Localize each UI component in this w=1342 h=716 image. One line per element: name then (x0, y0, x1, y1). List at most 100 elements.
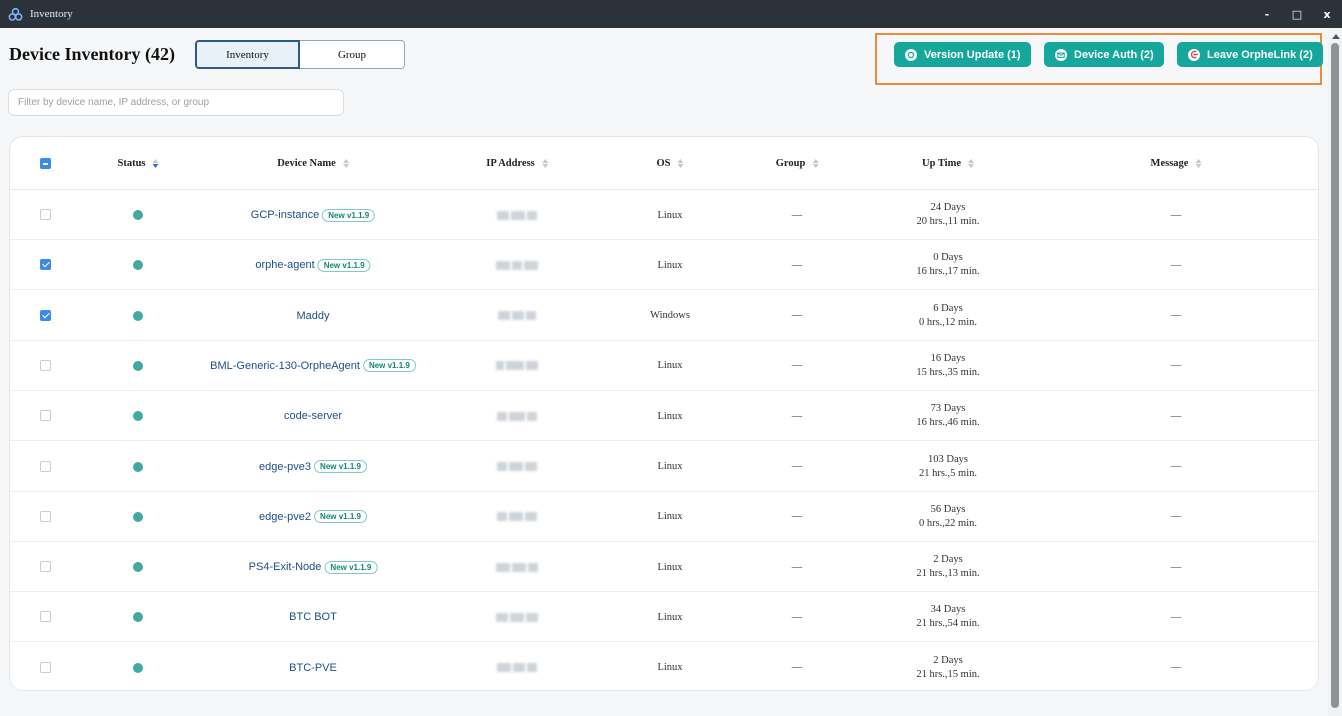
row-checkbox[interactable] (40, 460, 51, 472)
row-checkbox[interactable] (40, 611, 51, 623)
tab-group[interactable]: Group (300, 40, 405, 69)
leave-orphelink-button[interactable]: Leave OrpheLink (2) (1177, 42, 1323, 67)
uptime-days: 56 Days (930, 503, 966, 515)
table-row[interactable]: BML-Generic-130-OrpheAgent New v1.1.9 Linu… (10, 341, 1318, 391)
sort-icon[interactable] (677, 159, 684, 168)
uptime-days: 2 Days (933, 654, 963, 666)
device-name-link[interactable]: BML-Generic-130-OrpheAgent (210, 360, 360, 372)
row-checkbox[interactable] (40, 410, 51, 422)
uptime-time: 16 hrs.,46 min. (916, 417, 980, 429)
filter-input[interactable]: Filter by device name, IP address, or gr… (8, 89, 344, 116)
message-cell: — (1170, 410, 1182, 422)
sort-icon[interactable] (342, 159, 349, 168)
os-cell: Linux (657, 662, 683, 674)
group-cell: — (791, 662, 803, 674)
minimize-button[interactable]: - (1252, 0, 1282, 28)
ip-address-redacted (497, 663, 537, 673)
ip-address-redacted (496, 361, 538, 371)
row-checkbox[interactable] (40, 661, 51, 673)
group-cell: — (791, 461, 803, 472)
row-checkbox[interactable] (40, 259, 51, 271)
select-all-checkbox[interactable] (40, 158, 51, 169)
version-badge: New v1.1.9 (322, 208, 376, 222)
column-os-label: OS (656, 158, 671, 169)
column-ip-address[interactable]: IP Address (486, 137, 548, 190)
column-os[interactable]: OS (656, 137, 684, 190)
table-row[interactable]: orphe-agent New v1.1.9 Linux — 0 Days 16 hrs.… (10, 240, 1318, 291)
device-auth-button[interactable]: Device Auth (2) (1044, 42, 1164, 67)
group-cell: — (791, 410, 803, 422)
device-name-link[interactable]: PS4-Exit-Node (249, 561, 322, 573)
uptime-days: 16 Days (930, 352, 966, 364)
ip-address-redacted (496, 260, 538, 270)
device-name-cell: Maddy (296, 291, 329, 341)
group-cell: — (791, 561, 803, 573)
status-online-dot (133, 360, 143, 371)
device-name-link[interactable]: GCP-instance (251, 209, 319, 221)
column-message-label: Message (1150, 158, 1189, 169)
table-row[interactable]: GCP-instance New v1.1.9 Linux — 24 Days 20 hr… (10, 190, 1318, 240)
status-online-dot (133, 562, 143, 573)
uptime-time: 0 hrs.,22 min. (918, 517, 978, 529)
table-row[interactable]: Maddy Windows — 6 Days 0 hrs.,12 min. — (10, 291, 1318, 341)
table-row[interactable]: code-server Linux — 73 Days 16 hrs.,46 min. — (10, 391, 1318, 442)
table-header: Status Device Name IP Address OS Group U… (10, 137, 1318, 190)
device-name-link[interactable]: edge-pve2 (259, 511, 311, 523)
device-name-link[interactable]: edge-pve3 (259, 461, 311, 473)
uptime-cell: 0 Days 16 hrs.,17 min. (916, 240, 979, 290)
row-checkbox[interactable] (40, 359, 51, 371)
maximize-button[interactable]: □ (1282, 0, 1312, 28)
column-device-name[interactable]: Device Name (277, 137, 349, 190)
table-row[interactable]: BTC-PVE Linux — 2 Days 21 hrs.,15 min. — (10, 643, 1318, 690)
os-cell: Linux (657, 461, 683, 472)
ip-address-redacted (497, 462, 537, 471)
app-logo-icon (7, 6, 23, 22)
column-message[interactable]: Message (1151, 137, 1202, 190)
ip-address-cell (497, 492, 537, 542)
ip-address-cell (496, 240, 538, 290)
os-cell: Linux (657, 360, 683, 372)
ip-address-cell (496, 542, 538, 592)
row-checkbox[interactable] (40, 209, 51, 220)
row-checkbox[interactable] (40, 309, 51, 321)
device-name-link[interactable]: orphe-agent (255, 259, 314, 271)
leave-orphelink-label: Leave OrpheLink (2) (1207, 48, 1313, 61)
status-cell (133, 190, 143, 240)
uptime-time: 21 hrs.,5 min. (918, 467, 978, 479)
sort-icon[interactable] (812, 159, 819, 168)
table-row[interactable]: BTC BOT Linux — 34 Days 21 hrs.,54 min. — (10, 592, 1318, 643)
uptime-time: 16 hrs.,17 min. (916, 266, 980, 278)
uptime-cell: 73 Days 16 hrs.,46 min. (916, 391, 979, 441)
sort-icon[interactable] (152, 159, 159, 168)
device-name-link[interactable]: BTC BOT (289, 611, 337, 623)
device-name-link[interactable]: Maddy (296, 310, 329, 322)
row-checkbox[interactable] (40, 561, 51, 573)
column-status[interactable]: Status (117, 137, 159, 190)
device-name-cell: orphe-agent New v1.1.9 (255, 240, 371, 290)
ip-address-cell (497, 643, 537, 690)
table-row[interactable]: edge-pve2 New v1.1.9 Linux — 56 Days 0 hrs.,2… (10, 492, 1318, 542)
sort-icon[interactable] (968, 159, 974, 168)
status-cell (133, 442, 143, 492)
tab-inventory[interactable]: Inventory (195, 40, 300, 69)
table-row[interactable]: edge-pve3 New v1.1.9 Linux — 103 Days 21 hrs.… (10, 442, 1318, 492)
table-row[interactable]: PS4-Exit-Node New v1.1.9 Linux — 2 Days 21 hr… (10, 542, 1318, 593)
row-checkbox[interactable] (40, 510, 51, 522)
scrollbar[interactable] (1328, 28, 1342, 716)
device-name-cell: edge-pve3 New v1.1.9 (259, 442, 367, 492)
sort-icon[interactable] (541, 159, 548, 168)
version-update-button[interactable]: Version Update (1) (894, 42, 1031, 67)
sort-icon[interactable] (1195, 159, 1202, 168)
status-online-dot (133, 210, 143, 220)
device-name-link[interactable]: BTC-PVE (289, 662, 337, 674)
window-title: Inventory (30, 8, 73, 20)
close-button[interactable]: x (1312, 0, 1342, 28)
group-cell: — (791, 511, 803, 523)
column-group[interactable]: Group (776, 137, 819, 190)
os-cell: Linux (657, 209, 683, 221)
scroll-thumb[interactable] (1331, 43, 1339, 708)
device-name-link[interactable]: code-server (284, 410, 342, 422)
column-up-time[interactable]: Up Time (922, 137, 974, 190)
message-cell: — (1170, 461, 1182, 472)
scroll-up-arrow-icon[interactable] (1332, 34, 1340, 39)
